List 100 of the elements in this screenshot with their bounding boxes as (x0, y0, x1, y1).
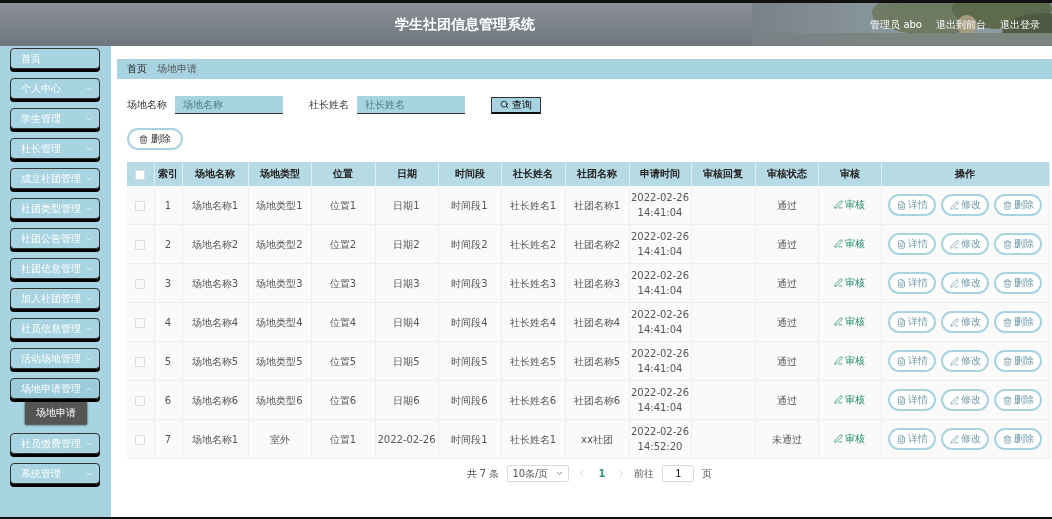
action-button[interactable]: 修改 (941, 272, 989, 294)
table-cell: 通过 (776, 316, 797, 328)
review-link[interactable]: 审核 (834, 197, 865, 212)
checkbox[interactable] (135, 395, 146, 406)
table-cell: 社团名称6 (573, 394, 621, 406)
table-cell: 位置5 (329, 355, 357, 367)
search-field[interactable]: 场地名称 (175, 96, 283, 114)
review-link[interactable]: 审核 (834, 275, 865, 290)
column-header: 社团名称 (565, 162, 629, 186)
table-cell: 社团名称3 (573, 277, 621, 289)
table-cell: 2022-02-26 14:41:04 (630, 270, 690, 296)
column-header: 时间段 (438, 162, 501, 186)
table-cell: 场地名称5 (191, 355, 239, 367)
chevron-icon (555, 469, 565, 478)
action-button[interactable]: 修改 (941, 311, 989, 333)
pen-icon (834, 434, 843, 443)
table-cell: 场地名称1 (191, 199, 239, 211)
action-button[interactable]: 详情 (888, 272, 936, 294)
checkbox[interactable] (135, 278, 146, 289)
action-button[interactable]: 详情 (888, 350, 936, 372)
review-link[interactable]: 审核 (834, 314, 865, 329)
document-icon (896, 395, 906, 405)
breadcrumb-item[interactable]: 首页 (127, 62, 147, 76)
checkbox[interactable] (135, 239, 146, 250)
table-cell: 社长姓名5 (509, 355, 557, 367)
pen-icon (834, 200, 843, 209)
checkbox[interactable] (135, 169, 146, 180)
header-link[interactable]: 退出到前台 (936, 17, 986, 32)
action-button[interactable]: 修改 (941, 389, 989, 411)
action-button[interactable]: 删除 (994, 272, 1042, 294)
action-button[interactable]: 详情 (888, 428, 936, 450)
checkbox[interactable] (135, 317, 146, 328)
review-link[interactable]: 审核 (834, 431, 865, 446)
column-header: 审核回复 (691, 162, 755, 186)
trash-icon (1002, 395, 1012, 405)
review-link[interactable]: 审核 (834, 392, 865, 407)
action-button[interactable]: 修改 (941, 233, 989, 255)
action-button[interactable]: 删除 (994, 194, 1042, 216)
table-cell: 2022-02-26 14:41:04 (630, 387, 690, 413)
table-cell: 位置3 (329, 277, 357, 289)
table-cell: 2 (164, 238, 172, 250)
table-cell: 2022-02-26 14:41:04 (630, 348, 690, 374)
action-button[interactable]: 删除 (994, 311, 1042, 333)
action-button[interactable]: 修改 (941, 194, 989, 216)
delete-button[interactable]: 删除 (127, 128, 183, 150)
table-cell: 2022-02-26 (377, 433, 436, 445)
table-cell: 场地类型1 (256, 199, 303, 211)
page-number[interactable]: 1 (594, 468, 610, 479)
action-button[interactable]: 删除 (994, 428, 1042, 450)
search-field[interactable]: 社长姓名 (357, 96, 465, 114)
document-icon (896, 434, 906, 444)
table-cell: 场地类型2 (256, 238, 303, 250)
action-button[interactable]: 修改 (941, 428, 989, 450)
document-icon (896, 278, 906, 288)
table-cell: 时间段1 (451, 433, 488, 445)
checkbox[interactable] (135, 356, 146, 367)
table-cell: 日期6 (393, 394, 420, 406)
action-button[interactable]: 删除 (994, 389, 1042, 411)
table-cell: 社长姓名6 (509, 394, 557, 406)
trash-icon (1002, 200, 1012, 210)
table-cell: 通过 (776, 199, 797, 211)
table-cell: 场地类型4 (256, 316, 303, 328)
table-cell: 5 (164, 355, 172, 367)
pen-icon (834, 239, 843, 248)
breadcrumb-item: 场地申请 (157, 62, 197, 76)
column-header: 位置 (311, 162, 375, 186)
submenu-item[interactable]: 场地申请 (25, 402, 87, 424)
action-button[interactable]: 删除 (994, 233, 1042, 255)
action-button[interactable]: 详情 (888, 311, 936, 333)
table-cell: 通过 (776, 355, 797, 367)
pen-icon (834, 356, 843, 365)
user-label: 管理员 abo (870, 17, 922, 32)
table-cell: 场地名称3 (191, 277, 239, 289)
checkbox[interactable] (135, 434, 146, 445)
action-button[interactable]: 详情 (888, 389, 936, 411)
action-button[interactable]: 详情 (888, 194, 936, 216)
pen-icon (949, 278, 959, 288)
page-size-select[interactable]: 10条/页 (507, 465, 570, 482)
search-button[interactable]: 查询 (491, 96, 541, 114)
action-button[interactable]: 详情 (888, 233, 936, 255)
pen-icon (834, 395, 843, 404)
document-icon (896, 239, 906, 249)
table-cell: 场地名称2 (191, 238, 239, 250)
trash-icon (1002, 278, 1012, 288)
table-cell: 通过 (776, 277, 797, 289)
table-cell: 2022-02-26 14:41:04 (630, 309, 690, 335)
table-cell: 位置4 (329, 316, 357, 328)
checkbox[interactable] (135, 200, 146, 211)
action-button[interactable]: 删除 (994, 350, 1042, 372)
table-cell: 时间段3 (451, 277, 488, 289)
trash-icon (139, 134, 148, 144)
review-link[interactable]: 审核 (834, 236, 865, 251)
sidebar-item[interactable]: 场地申请管理 (10, 378, 100, 399)
table-cell: 场地名称6 (191, 394, 239, 406)
table-cell: 时间段2 (451, 238, 488, 250)
pen-icon (834, 278, 843, 287)
page-input[interactable]: 1 (662, 465, 695, 482)
action-button[interactable]: 修改 (941, 350, 989, 372)
review-link[interactable]: 审核 (834, 353, 865, 368)
table-cell: 1 (164, 199, 172, 211)
